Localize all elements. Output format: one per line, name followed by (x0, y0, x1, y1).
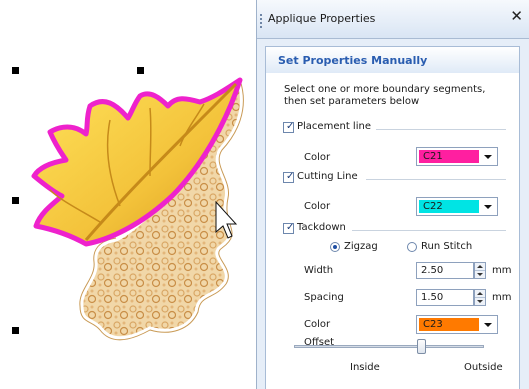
tackdown-label: Tackdown (297, 222, 346, 233)
applique-properties-panel: Applique Properties ✕ Set Properties Man… (256, 0, 529, 389)
placement-line-label: Placement line (297, 121, 371, 132)
offset-inside-label: Inside (350, 362, 380, 373)
selection-handle[interactable] (12, 327, 19, 334)
placement-color-dropdown[interactable]: C21 (416, 147, 498, 166)
width-unit: mm (492, 265, 512, 276)
spin-up-icon[interactable] (475, 290, 485, 298)
cutting-line-checkbox[interactable]: ✓ (283, 171, 295, 183)
close-button[interactable]: ✕ (510, 9, 523, 24)
offset-slider-track[interactable] (294, 345, 484, 348)
tackdown-color-label: Color (304, 319, 331, 330)
section-header: Set Properties Manually (266, 47, 519, 73)
placement-color-code: C21 (423, 151, 443, 162)
instructions-text: Select one or more boundary segments, th… (284, 84, 486, 107)
offset-slider-thumb[interactable] (416, 339, 426, 354)
checkmark-icon: ✓ (286, 121, 295, 132)
divider (352, 230, 506, 231)
section-title: Set Properties Manually (278, 54, 428, 67)
spin-down-icon[interactable] (475, 298, 485, 305)
panel-titlebar[interactable]: Applique Properties ✕ (257, 0, 529, 39)
offset-outside-label: Outside (464, 362, 503, 373)
tackdown-color-swatch: C23 (419, 318, 479, 331)
spin-up-icon[interactable] (475, 263, 485, 271)
cutting-color-code: C22 (423, 201, 443, 212)
selection-handle[interactable] (12, 197, 19, 204)
placement-color-swatch: C21 (419, 150, 479, 163)
spacing-unit: mm (492, 292, 512, 303)
radio-selected-dot (333, 245, 337, 249)
cutting-line-label: Cutting Line (297, 171, 358, 182)
width-label: Width (304, 265, 334, 276)
selection-handle[interactable] (137, 67, 144, 74)
divider (376, 129, 506, 130)
run-stitch-radio[interactable] (407, 242, 417, 252)
width-input[interactable] (416, 262, 474, 279)
spin-down-icon[interactable] (475, 271, 485, 278)
tackdown-color-code: C23 (423, 319, 443, 330)
properties-content: Set Properties Manually Select one or mo… (265, 46, 520, 389)
chevron-down-icon (484, 205, 492, 209)
width-spin-buttons (474, 262, 486, 279)
tackdown-color-dropdown[interactable]: C23 (416, 315, 498, 334)
run-stitch-label: Run Stitch (421, 241, 473, 252)
spacing-input[interactable] (416, 289, 474, 306)
cutting-color-label: Color (304, 201, 331, 212)
design-canvas[interactable] (0, 0, 262, 389)
cutting-color-dropdown[interactable]: C22 (416, 197, 498, 216)
spacing-spin-buttons (474, 289, 486, 306)
tackdown-checkbox[interactable]: ✓ (283, 222, 295, 234)
panel-title: Applique Properties (268, 12, 376, 25)
cutting-color-swatch: C22 (419, 200, 479, 213)
spacing-label: Spacing (304, 292, 344, 303)
applique-artwork[interactable] (0, 0, 262, 389)
zigzag-radio[interactable] (330, 242, 340, 252)
divider (366, 179, 506, 180)
chevron-down-icon (484, 155, 492, 159)
chevron-down-icon (484, 323, 492, 327)
placement-line-checkbox[interactable]: ✓ (283, 121, 295, 133)
checkmark-icon: ✓ (286, 171, 295, 182)
zigzag-label: Zigzag (344, 241, 378, 252)
width-spinner (416, 262, 488, 279)
selection-handle[interactable] (12, 67, 19, 74)
placement-color-label: Color (304, 152, 331, 163)
drag-grip-icon[interactable] (260, 14, 265, 28)
checkmark-icon: ✓ (286, 222, 295, 233)
spacing-spinner (416, 289, 488, 306)
